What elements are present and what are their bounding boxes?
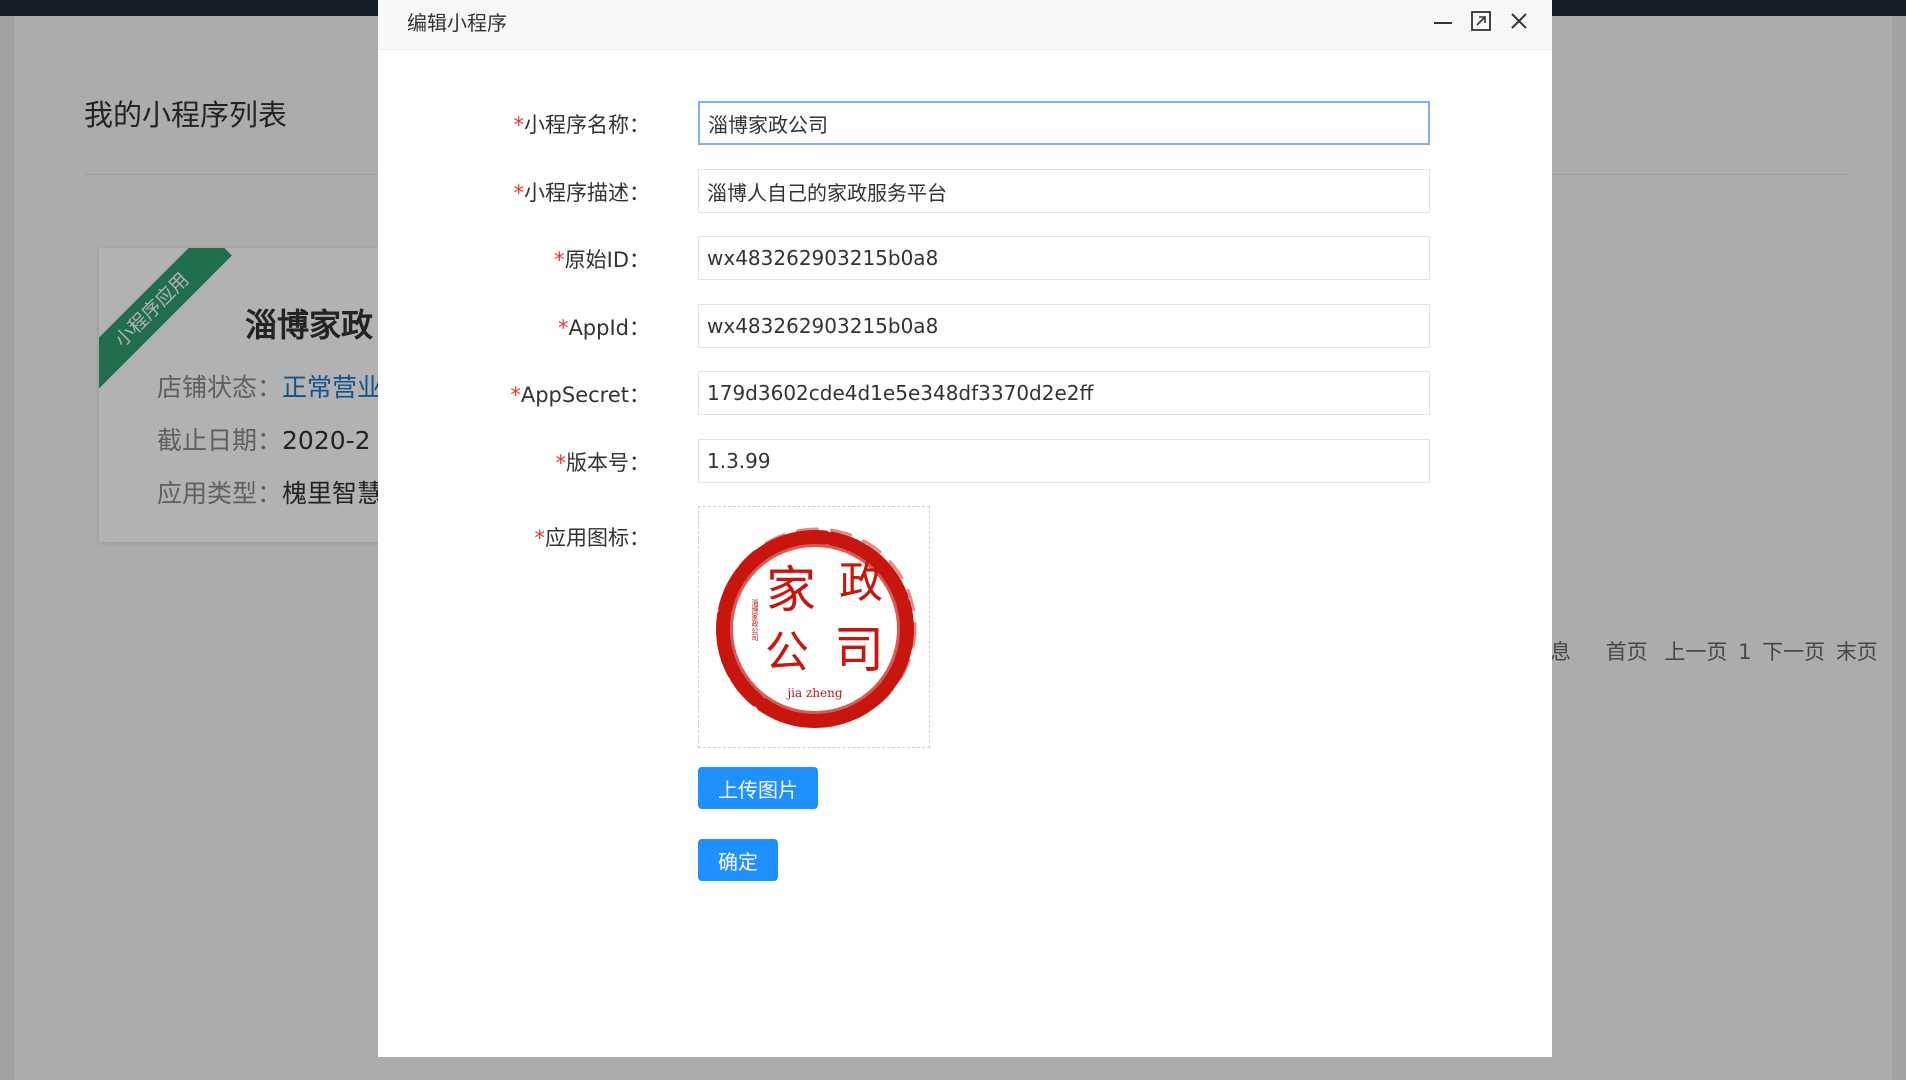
field-label-description: *小程序描述： [513, 181, 651, 205]
field-label-version: *版本号： [555, 451, 651, 475]
field-label-appid: *AppId： [557, 316, 650, 340]
logo-small-text: 淄博家政公司 [751, 598, 759, 641]
name-input[interactable] [698, 101, 1430, 145]
field-label-original-id: *原始ID： [554, 248, 650, 272]
logo-char-4: 司 [834, 621, 884, 679]
form-row-version: *版本号： [378, 439, 1552, 487]
app-icon-preview[interactable]: 家 政 公 司 淄博家政公司 jia zheng [698, 506, 930, 748]
appid-input[interactable] [698, 304, 1430, 348]
form-row-name: *小程序名称： [378, 101, 1552, 149]
description-input[interactable] [698, 169, 1430, 213]
dialog-header: 编辑小程序 [378, 0, 1552, 50]
field-label-icon: *应用图标： [534, 526, 651, 550]
logo-pinyin: jia zheng [785, 686, 842, 700]
logo-char-3: 公 [765, 627, 809, 678]
form-row-description: *小程序描述： [378, 169, 1552, 217]
form-row-original-id: *原始ID： [378, 236, 1552, 284]
upload-image-button[interactable]: 上传图片 [698, 767, 818, 809]
dialog-title: 编辑小程序 [407, 11, 507, 35]
logo-char-2: 政 [839, 557, 883, 608]
close-icon[interactable] [1504, 6, 1534, 36]
original-id-input[interactable] [698, 236, 1430, 280]
stamp-logo-image: 家 政 公 司 淄博家政公司 jia zheng [716, 527, 917, 728]
field-label-appsecret: *AppSecret： [510, 383, 650, 407]
edit-miniprogram-dialog: 编辑小程序 *小程序名称： *小程序描述： *原始ID： *A [378, 0, 1552, 1057]
form-row-icon: *应用图标： [378, 514, 1552, 562]
confirm-button[interactable]: 确定 [698, 839, 778, 881]
version-input[interactable] [698, 439, 1430, 483]
minimize-icon[interactable] [1428, 6, 1458, 36]
maximize-icon[interactable] [1466, 6, 1496, 36]
form-row-appid: *AppId： [378, 304, 1552, 352]
logo-char-1: 家 [766, 561, 816, 619]
form-row-appsecret: *AppSecret： [378, 371, 1552, 419]
field-label-name: *小程序名称： [513, 113, 651, 137]
appsecret-input[interactable] [698, 371, 1430, 415]
